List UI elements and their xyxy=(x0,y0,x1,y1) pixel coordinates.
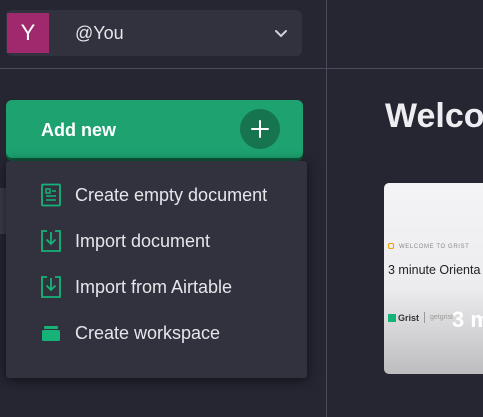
video-tour-card[interactable]: WELCOME TO GRIST 3 minute Orienta Grist … xyxy=(384,183,483,374)
card-brand-label: Grist xyxy=(398,313,420,323)
welcome-heading: Welco xyxy=(385,97,483,135)
add-new-label: Add new xyxy=(41,120,116,140)
card-title: 3 minute Orienta xyxy=(388,263,481,277)
add-new-menu: Create empty document Import document Im… xyxy=(6,161,307,378)
add-new-button[interactable]: Add new xyxy=(6,100,303,158)
org-selector[interactable]: Y @You xyxy=(6,10,302,56)
menu-item-label: Import document xyxy=(75,231,211,251)
vertical-divider xyxy=(326,0,327,417)
org-name: @You xyxy=(75,23,124,43)
menu-item-label: Import from Airtable xyxy=(75,277,233,297)
chevron-down-icon xyxy=(274,26,288,44)
menu-item-label: Create empty document xyxy=(75,185,268,205)
import-icon xyxy=(40,275,62,299)
menu-item-label: Create workspace xyxy=(75,323,221,343)
menu-item-import-from-airtable[interactable]: Import from Airtable xyxy=(6,265,307,309)
card-brand: Grist xyxy=(388,313,419,323)
menu-item-import-document[interactable]: Import document xyxy=(6,219,307,263)
header-divider xyxy=(0,68,483,69)
folder-icon xyxy=(40,321,62,345)
card-badge: WELCOME TO GRIST xyxy=(399,244,470,250)
avatar: Y xyxy=(7,13,49,53)
plus-icon xyxy=(240,109,280,149)
menu-item-create-workspace[interactable]: Create workspace xyxy=(6,311,307,355)
card-overlay-text: 3 m xyxy=(452,307,483,332)
grist-logo-icon xyxy=(388,314,396,322)
card-separator xyxy=(424,312,425,323)
document-icon xyxy=(40,183,62,207)
menu-item-create-empty-document[interactable]: Create empty document xyxy=(6,173,307,217)
import-icon xyxy=(40,229,62,253)
grist-logo-icon xyxy=(388,243,394,249)
card-url: getgrist xyxy=(430,314,453,321)
